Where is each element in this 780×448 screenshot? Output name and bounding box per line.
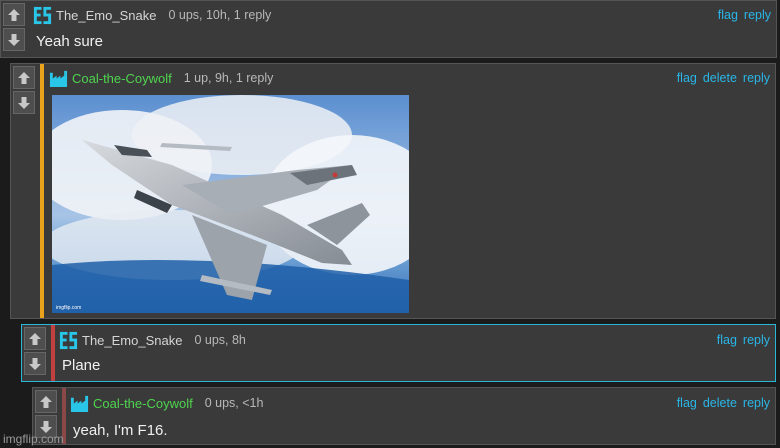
flag-link[interactable]: flag: [717, 333, 737, 347]
factory-avatar-icon: [70, 395, 89, 412]
delete-link[interactable]: delete: [703, 396, 737, 410]
comment-meta: 0 ups, 10h, 1 reply: [168, 8, 272, 22]
comment-2: Coal-the-Coywolf 1 up, 9h, 1 reply flag …: [10, 63, 776, 319]
f16-fighter-jet-image[interactable]: imgflip.com: [52, 95, 409, 313]
username[interactable]: Coal-the-Coywolf: [72, 71, 172, 86]
comment-text: Plane: [62, 357, 101, 374]
downvote-button[interactable]: [3, 28, 25, 51]
vote-controls: [13, 66, 35, 116]
reply-link[interactable]: reply: [743, 333, 770, 347]
arrow-down-icon: [8, 33, 20, 46]
upvote-button[interactable]: [24, 327, 46, 350]
thread-depth-bar: [40, 64, 44, 318]
reply-link[interactable]: reply: [743, 396, 770, 410]
comment-meta: 0 ups, 8h: [194, 333, 246, 347]
thread-depth-bar: [51, 325, 55, 381]
downvote-button[interactable]: [13, 91, 35, 114]
factory-avatar-icon: [49, 70, 68, 87]
downvote-button[interactable]: [24, 352, 46, 375]
comment-text: Yeah sure: [36, 33, 104, 50]
flag-link[interactable]: flag: [677, 71, 697, 85]
vote-controls: [24, 327, 46, 377]
comment-4: Coal-the-Coywolf 0 ups, <1h flag delete …: [32, 387, 776, 445]
username[interactable]: The_Emo_Snake: [56, 8, 156, 23]
upvote-button[interactable]: [13, 66, 35, 89]
arrow-down-icon: [29, 357, 41, 370]
arrow-up-icon: [8, 8, 20, 21]
flag-link[interactable]: flag: [677, 396, 697, 410]
comment-meta: 1 up, 9h, 1 reply: [183, 71, 274, 85]
upvote-button[interactable]: [3, 3, 25, 26]
imgflip-watermark: imgflip.com: [3, 432, 64, 446]
flag-link[interactable]: flag: [718, 8, 738, 22]
vote-controls: [3, 3, 25, 53]
reply-link[interactable]: reply: [743, 71, 770, 85]
comment-text: yeah, I'm F16.: [73, 422, 168, 439]
arrow-up-icon: [29, 332, 41, 345]
comment-1: The_Emo_Snake 0 ups, 10h, 1 reply flag r…: [0, 0, 777, 58]
arrow-up-icon: [40, 395, 52, 408]
upvote-button[interactable]: [35, 390, 57, 413]
es-avatar-icon: [33, 6, 52, 24]
reply-link[interactable]: reply: [744, 8, 771, 22]
svg-text:imgflip.com: imgflip.com: [56, 305, 81, 311]
arrow-down-icon: [18, 96, 30, 109]
comment-3: The_Emo_Snake 0 ups, 8h flag reply Plane: [21, 324, 776, 382]
username[interactable]: The_Emo_Snake: [82, 333, 182, 348]
es-avatar-icon: [59, 331, 78, 349]
arrow-up-icon: [18, 71, 30, 84]
comment-meta: 0 ups, <1h: [204, 396, 264, 410]
username[interactable]: Coal-the-Coywolf: [93, 396, 193, 411]
delete-link[interactable]: delete: [703, 71, 737, 85]
